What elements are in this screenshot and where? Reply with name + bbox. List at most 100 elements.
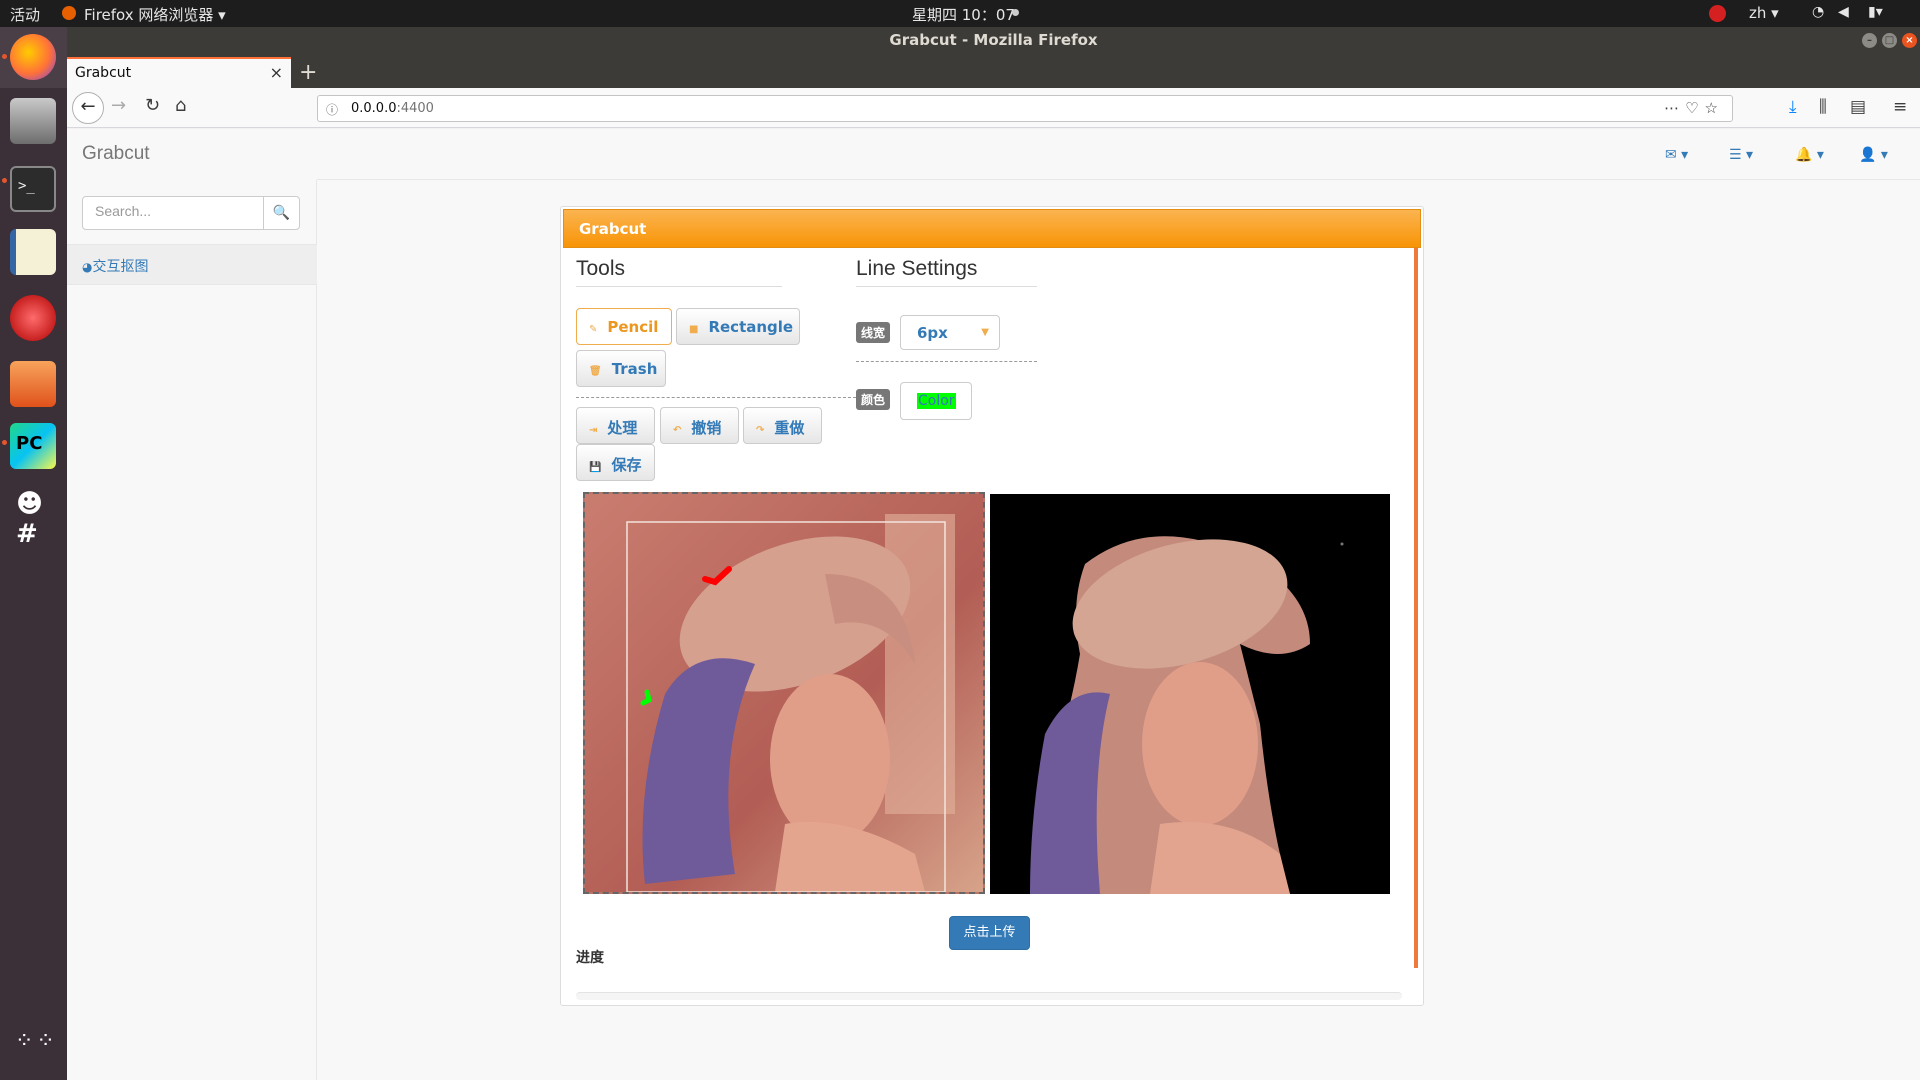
search-button-icon[interactable]: 🔍 [263,196,300,230]
save-button[interactable]: 💾 保存 [576,444,655,481]
firefox-dock-icon[interactable] [10,34,56,80]
sidebar-toggle-icon[interactable]: ▤ [1850,97,1866,117]
sidebar: Search... 🔍 ◕交互抠图 [67,180,317,1080]
show-apps-icon[interactable]: ⁘⁘ [10,1027,56,1073]
tab-title: Grabcut [75,65,132,81]
back-button-icon[interactable]: ← [72,92,104,124]
hashtag-app-icon[interactable]: ☻# [10,485,56,549]
wifi-icon[interactable]: ◔ [1812,4,1824,20]
url-bar[interactable]: ⓘ 0.0.0.0:4400 ⋯♡☆ [317,95,1733,122]
panel-scrollbar[interactable] [1414,248,1418,968]
new-tab-icon[interactable]: + [299,60,317,85]
result-image [990,494,1390,894]
web-page: Grabcut ✉ ▾ ☰ ▾ 🔔 ▾ 👤 ▾ Search... 🔍 ◕交互抠… [67,129,1920,1080]
line-width-value: 6px [917,324,948,342]
progress-label: 进度 [576,950,604,966]
process-button[interactable]: ⇥ 处理 [576,407,655,444]
tools-heading: Tools [576,257,782,287]
process-label: 处理 [607,419,638,437]
language-menu[interactable]: zh ▾ [1749,4,1779,22]
source-canvas[interactable] [583,492,985,894]
close-tab-icon[interactable]: × [270,63,283,82]
search-input[interactable]: Search... [82,196,264,230]
line-width-label: 线宽 [856,322,891,343]
url-text[interactable]: 0.0.0.0:4400 [351,101,434,116]
sidebar-item-label: 交互抠图 [92,259,149,275]
close-window-icon[interactable]: × [1902,33,1917,48]
page-actions[interactable]: ⋯♡☆ [1664,99,1724,117]
pycharm-icon[interactable]: PC [10,423,56,469]
undo-button[interactable]: ↶ 撤销 [660,407,739,444]
undo-label: 撤销 [691,419,722,437]
home-icon[interactable]: ⌂ [175,95,186,116]
maximize-icon[interactable]: □ [1882,33,1897,48]
running-indicator [2,54,7,59]
firefox-icon [62,6,76,20]
site-brand[interactable]: Grabcut [82,143,150,165]
color-picker-button[interactable]: Color [900,382,972,420]
file-manager-icon[interactable] [10,361,56,407]
undo-icon: ↶ [673,425,682,436]
activities-button[interactable]: 活动 [10,4,40,25]
minimize-icon[interactable]: – [1862,33,1877,48]
trash-label: Trash [611,360,658,378]
trash-icon: 🗑 [589,366,602,377]
process-icon: ⇥ [589,425,598,436]
volume-icon[interactable]: ◀ [1838,4,1849,20]
pencil-button[interactable]: ✎ Pencil [576,308,672,345]
rectangle-label: Rectangle [708,318,794,336]
panel-header: Grabcut [563,209,1421,248]
save-label: 保存 [611,456,642,474]
user-dropdown-icon[interactable]: 👤 ▾ [1859,147,1888,163]
downloads-icon[interactable]: ⤓ [1789,97,1797,117]
progress-bar [576,992,1402,1000]
site-info-icon[interactable]: ⓘ [326,101,338,118]
source-image[interactable] [585,494,983,892]
browser-tab[interactable]: Grabcut × [67,57,291,88]
color-picker-label: Color [917,393,956,409]
grabcut-panel: Grabcut Tools Line Settings ✎ Pencil ■ Rec… [560,206,1424,1006]
clock[interactable]: 星期四 10：07 [912,4,1015,25]
terminal-icon[interactable]: >_ [10,166,56,212]
redo-label: 重做 [774,419,805,437]
navbar-divider [317,179,1920,180]
launcher-dock: >_ PC ☻# ⁘⁘ [0,27,67,1080]
line-settings-heading: Line Settings [856,257,1037,287]
tasks-dropdown-icon[interactable]: ☰ ▾ [1729,147,1753,163]
color-label: 颜色 [856,389,891,410]
record-indicator-icon[interactable] [1709,5,1726,22]
redo-button[interactable]: ↷ 重做 [743,407,822,444]
line-divider [856,361,1037,362]
upload-button[interactable]: 点击上传 [949,916,1030,950]
redo-icon: ↷ [756,425,765,436]
files-drawer-icon[interactable] [10,98,56,144]
library-icon[interactable]: ⫼ [1819,97,1827,117]
sidebar-item-grabcut[interactable]: ◕交互抠图 [67,244,317,285]
navigation-toolbar: ← → ↻ ⌂ ⓘ 0.0.0.0:4400 ⋯♡☆ ⤓ ⫼ ▤ ≡ [67,88,1920,128]
rectangle-icon: ■ [689,324,699,335]
tab-bar: Grabcut × + [67,54,1920,88]
tools-divider [576,397,856,398]
alerts-dropdown-icon[interactable]: 🔔 ▾ [1795,147,1824,163]
result-canvas [990,494,1390,894]
rectangle-button[interactable]: ■ Rectangle [676,308,800,345]
app-menu[interactable]: Firefox 网络浏览器 ▾ [84,4,226,25]
notification-dot-icon [1012,9,1019,16]
dashboard-icon: ◕ [82,260,93,274]
caret-down-icon: ▼ [981,327,989,338]
trash-button[interactable]: 🗑 Trash [576,350,666,387]
pencil-icon: ✎ [589,324,598,335]
pencil-label: Pencil [607,318,659,336]
save-icon: 💾 [589,462,602,473]
messages-dropdown-icon[interactable]: ✉ ▾ [1665,147,1688,163]
system-top-bar: 活动 Firefox 网络浏览器 ▾ 星期四 10：07 zh ▾ ◔ ◀ ▮▾ [0,0,1920,27]
line-width-select[interactable]: 6px ▼ [900,315,1000,350]
menu-icon[interactable]: ≡ [1893,97,1907,117]
app-red-icon[interactable] [10,295,56,341]
running-indicator [2,178,7,183]
reload-icon[interactable]: ↻ [145,95,160,116]
text-editor-icon[interactable] [10,229,56,275]
window-title: Grabcut - Mozilla Firefox [889,31,1098,49]
battery-icon[interactable]: ▮▾ [1868,4,1883,20]
forward-button-icon[interactable]: → [111,95,126,116]
